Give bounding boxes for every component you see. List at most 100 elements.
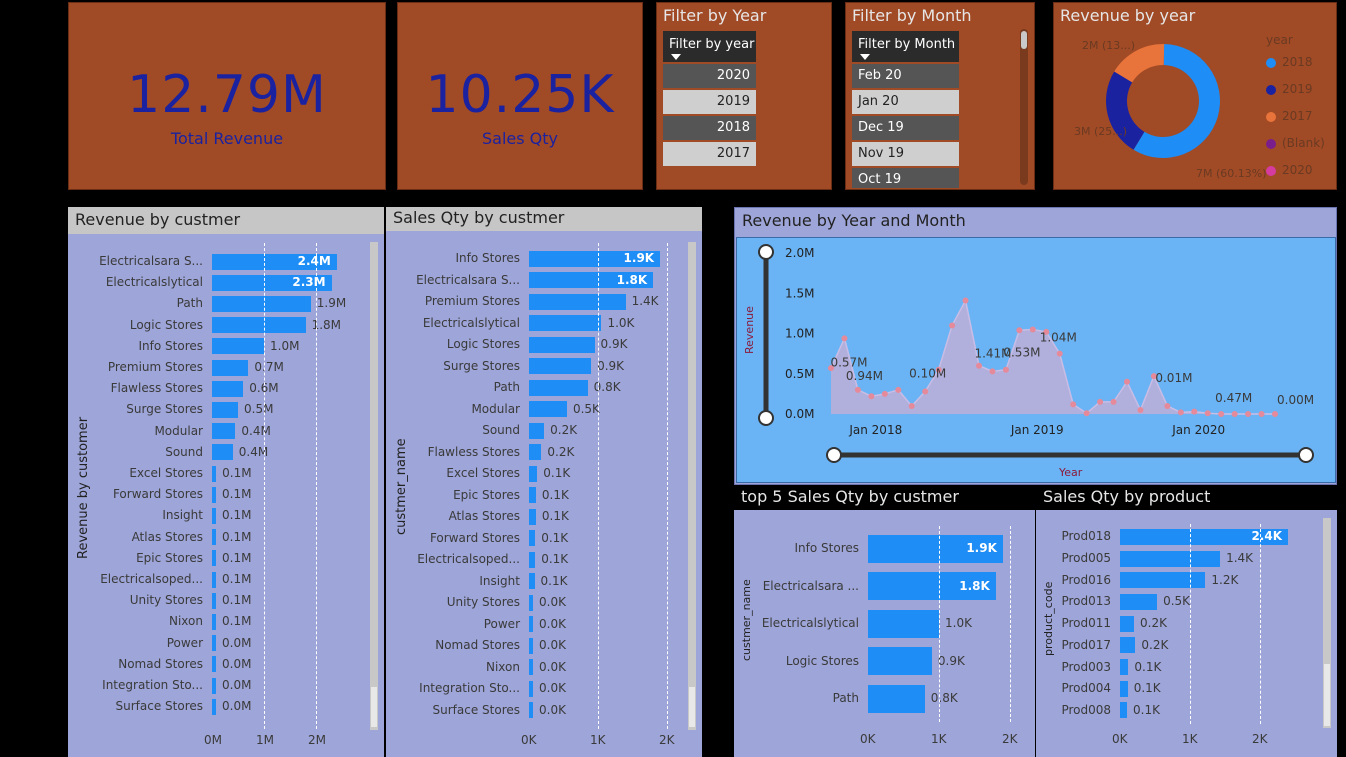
data-point[interactable] xyxy=(1164,402,1171,409)
data-point[interactable] xyxy=(1124,378,1130,385)
slicer-item[interactable]: Dec 19 xyxy=(852,116,959,140)
slicer-item[interactable]: 2018 xyxy=(663,116,756,140)
scrollbar[interactable] xyxy=(370,242,378,730)
bar-row[interactable]: Info Stores 1.0M xyxy=(68,336,368,357)
bar-row[interactable]: Electricalsara S... 2.4M xyxy=(68,251,368,272)
data-point[interactable] xyxy=(841,335,848,342)
bar-row[interactable]: Info Stores 1.9K xyxy=(734,530,1024,568)
data-point[interactable] xyxy=(976,362,982,369)
bar[interactable] xyxy=(529,702,533,719)
bar[interactable] xyxy=(212,592,216,609)
x-range-slider-handle[interactable] xyxy=(1298,447,1314,463)
bar[interactable] xyxy=(212,486,216,503)
bar[interactable] xyxy=(529,530,536,547)
bar[interactable] xyxy=(529,659,533,676)
data-point[interactable] xyxy=(868,393,875,400)
scroll-thumb[interactable] xyxy=(1324,664,1330,726)
bar[interactable] xyxy=(212,423,236,440)
x-range-slider-handle[interactable] xyxy=(826,447,842,463)
bar-row[interactable]: Unity Stores 0.0K xyxy=(386,592,686,614)
bar[interactable] xyxy=(212,677,216,694)
bar-row[interactable]: Nixon 0.1M xyxy=(68,611,368,632)
bar-row[interactable]: Premium Stores 1.4K xyxy=(386,291,686,313)
data-point[interactable] xyxy=(1002,366,1009,373)
bar-row[interactable]: Logic Stores 0.9K xyxy=(734,643,1024,681)
bar[interactable] xyxy=(212,444,233,461)
bar-row[interactable]: Prod017 0.2K xyxy=(1036,635,1316,657)
bar[interactable] xyxy=(1120,702,1127,719)
bar[interactable] xyxy=(529,422,545,439)
data-point[interactable] xyxy=(854,386,861,393)
bar-row[interactable]: Insight 0.1K xyxy=(386,571,686,593)
bar[interactable] xyxy=(1120,680,1128,697)
slicer-item[interactable]: Oct 19 xyxy=(852,168,959,188)
data-point[interactable] xyxy=(1177,409,1184,416)
bar[interactable] xyxy=(529,293,626,310)
bar-row[interactable]: Electricalsoped... 0.1K xyxy=(386,549,686,571)
bar-row[interactable]: Modular 0.5K xyxy=(386,399,686,421)
bar[interactable] xyxy=(868,647,932,676)
bar-row[interactable]: Prod004 0.1K xyxy=(1036,678,1316,700)
bar-row[interactable]: Logic Stores 0.9K xyxy=(386,334,686,356)
bar-row[interactable]: Electricalslytical 1.0K xyxy=(734,605,1024,643)
bar[interactable] xyxy=(212,698,216,715)
data-point[interactable] xyxy=(908,402,915,409)
bar-row[interactable]: Flawless Stores 0.2K xyxy=(386,442,686,464)
bar-row[interactable]: Excel Stores 0.1K xyxy=(386,463,686,485)
bar-row[interactable]: Nixon 0.0K xyxy=(386,657,686,679)
bar-row[interactable]: Integration Sto... 0.0K xyxy=(386,678,686,700)
data-point[interactable] xyxy=(1218,411,1225,417)
bar[interactable] xyxy=(1120,659,1129,676)
bar-row[interactable]: Electricalsoped... 0.1M xyxy=(68,569,368,590)
bar[interactable] xyxy=(529,444,542,461)
bar-row[interactable]: Surge Stores 0.5M xyxy=(68,399,368,420)
data-point[interactable] xyxy=(989,368,996,375)
slicer-item[interactable]: 2020 xyxy=(663,64,756,88)
bar[interactable] xyxy=(529,315,602,332)
data-point[interactable] xyxy=(1204,410,1211,417)
bar[interactable] xyxy=(529,336,595,353)
slicer-header[interactable]: Filter by year xyxy=(663,31,756,62)
bar-row[interactable]: Prod011 0.2K xyxy=(1036,613,1316,635)
slicer-scroll-thumb[interactable] xyxy=(1021,31,1027,49)
bar-row[interactable]: Path 1.9M xyxy=(68,293,368,314)
data-point[interactable] xyxy=(881,390,888,397)
bar[interactable] xyxy=(529,594,533,611)
bar[interactable] xyxy=(212,613,216,630)
bar-row[interactable]: Epic Stores 0.1M xyxy=(68,548,368,569)
data-point[interactable] xyxy=(1016,327,1023,334)
bar[interactable] xyxy=(212,529,216,546)
bar-row[interactable]: Nomad Stores 0.0M xyxy=(68,654,368,675)
bar[interactable] xyxy=(529,573,535,590)
y-range-slider-handle[interactable] xyxy=(758,244,774,260)
bar-row[interactable]: Epic Stores 0.1K xyxy=(386,485,686,507)
bar-row[interactable]: Atlas Stores 0.1K xyxy=(386,506,686,528)
bar[interactable] xyxy=(529,637,533,654)
data-point[interactable] xyxy=(1191,408,1198,415)
bar-row[interactable]: Electricalslytical 2.3M xyxy=(68,272,368,293)
bar-row[interactable]: Surface Stores 0.0M xyxy=(68,696,368,717)
bar[interactable] xyxy=(212,380,244,397)
bar-row[interactable]: Path 0.8K xyxy=(386,377,686,399)
scroll-thumb[interactable] xyxy=(689,687,695,727)
data-point[interactable] xyxy=(1258,411,1265,417)
bar-row[interactable]: Prod016 1.2K xyxy=(1036,569,1316,591)
bar[interactable] xyxy=(868,609,939,638)
y-range-slider-handle[interactable] xyxy=(758,410,774,426)
scroll-thumb[interactable] xyxy=(371,687,377,727)
bar[interactable] xyxy=(1120,637,1136,654)
bar-row[interactable]: Nomad Stores 0.0K xyxy=(386,635,686,657)
bar[interactable] xyxy=(212,550,216,567)
bar-row[interactable]: Logic Stores 1.8M xyxy=(68,315,368,336)
bar[interactable] xyxy=(529,551,536,568)
bar-row[interactable]: Atlas Stores 0.1M xyxy=(68,527,368,548)
bar[interactable] xyxy=(1120,615,1134,632)
data-point[interactable] xyxy=(1110,398,1117,405)
data-point[interactable] xyxy=(1137,406,1144,413)
bar[interactable] xyxy=(1120,593,1158,610)
slicer-item[interactable]: Feb 20 xyxy=(852,64,959,88)
bar-row[interactable]: Electricalslytical 1.0K xyxy=(386,313,686,335)
bar-row[interactable]: Forward Stores 0.1K xyxy=(386,528,686,550)
bar[interactable] xyxy=(212,295,311,312)
bar-row[interactable]: Power 0.0K xyxy=(386,614,686,636)
